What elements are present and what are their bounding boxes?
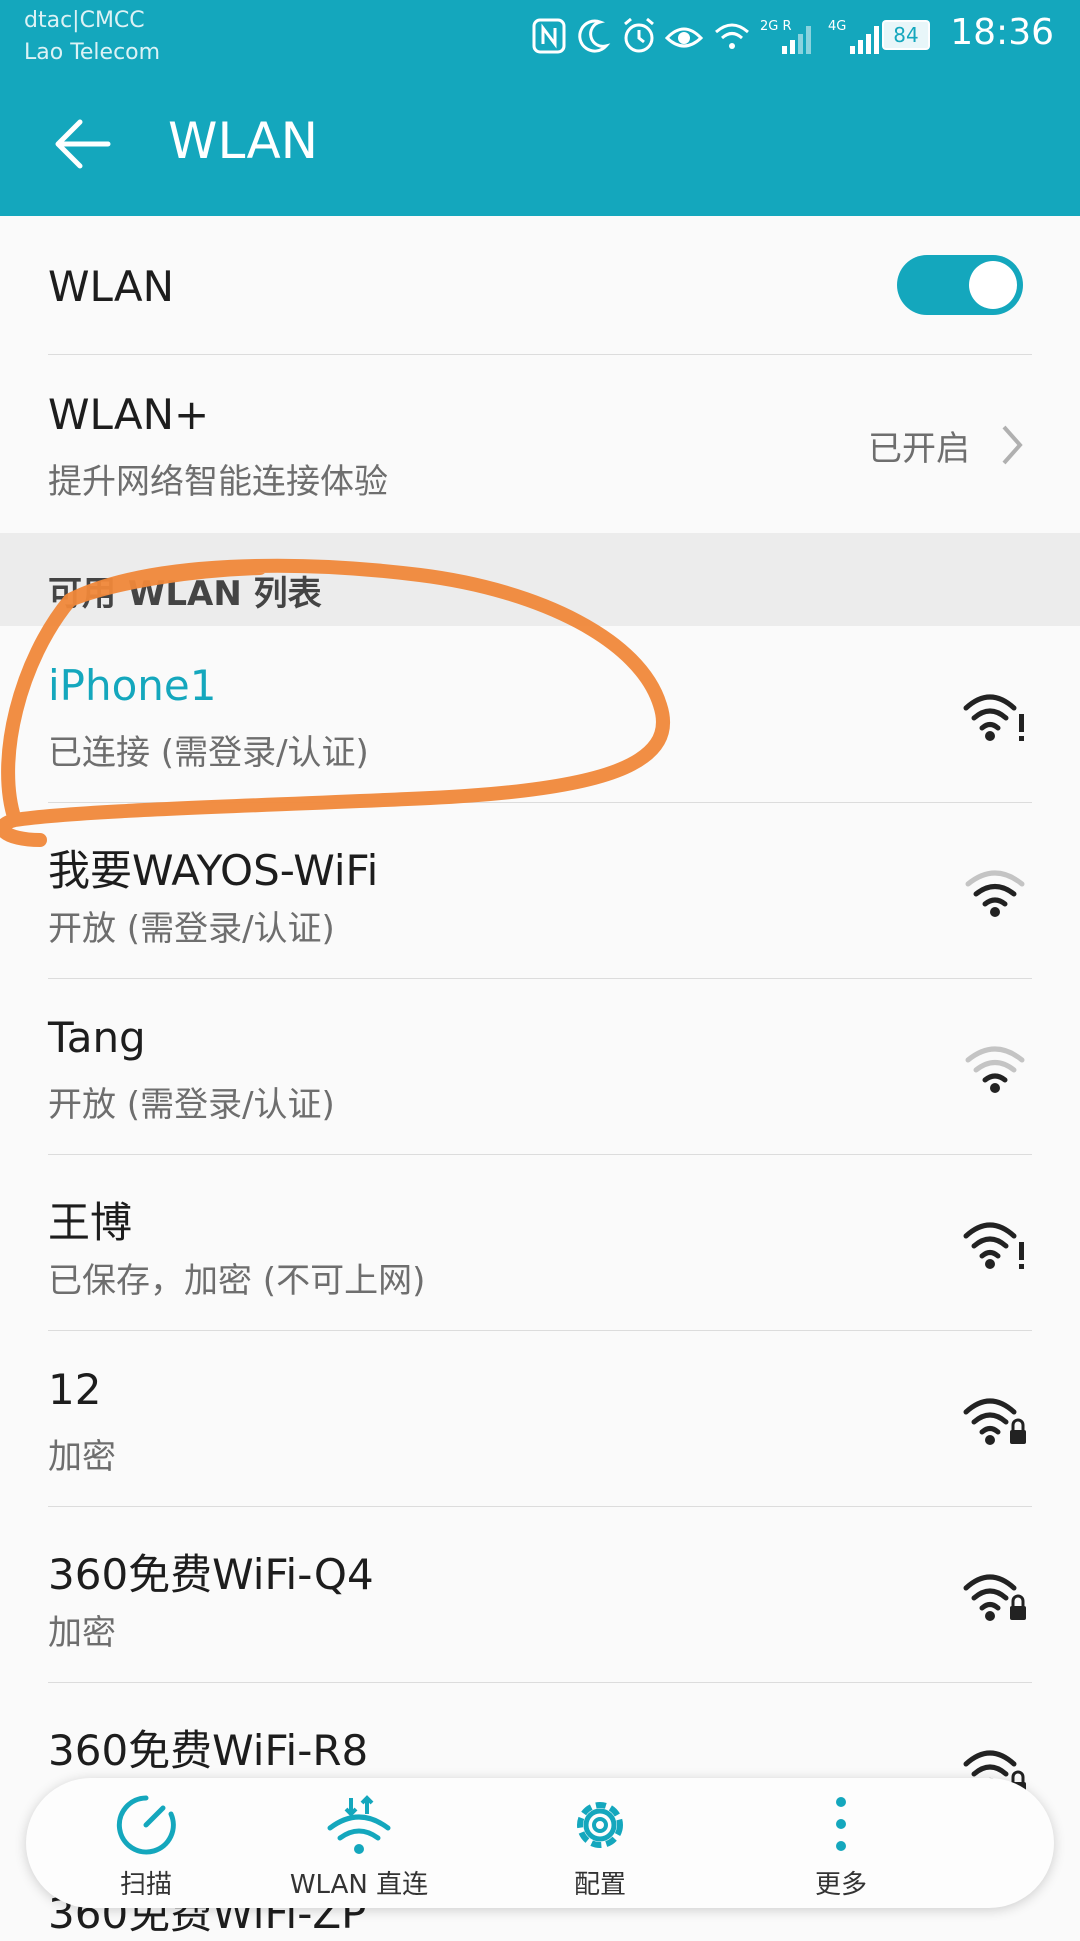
wifi-lock-icon: [963, 1398, 1026, 1445]
network-name: 我要WAYOS-WiFi: [48, 846, 379, 895]
wlan-plus-subtitle: 提升网络智能连接体验: [48, 462, 388, 502]
network-row[interactable]: 王博 已保存，加密 (不可上网): [0, 1154, 1080, 1330]
alarm-icon: [624, 17, 654, 53]
nav-wifi-direct[interactable]: WLAN 直连: [269, 1778, 449, 1908]
wifi-alert-icon: [963, 1222, 1024, 1269]
section-header: 可用 WLAN 列表: [48, 574, 322, 614]
network-status: 已保存，加密 (不可上网): [48, 1261, 426, 1301]
network-row[interactable]: 我要WAYOS-WiFi 开放 (需登录/认证): [0, 802, 1080, 978]
network-status: 加密: [48, 1613, 116, 1653]
chevron-right-icon: [1002, 425, 1023, 465]
back-arrow-icon[interactable]: [50, 112, 114, 176]
svg-text:4G: 4G: [828, 19, 846, 34]
network-name: 12: [48, 1365, 102, 1414]
network-row[interactable]: Tang 开放 (需登录/认证): [0, 978, 1080, 1154]
nav-settings-label: 配置: [573, 1870, 626, 1900]
network-name: Tang: [48, 1013, 146, 1062]
network-status: 开放 (需登录/认证): [48, 1085, 335, 1125]
nav-settings[interactable]: 配置: [510, 1778, 690, 1908]
network-row[interactable]: 12 加密: [0, 1330, 1080, 1506]
network-name: 王博: [48, 1198, 133, 1247]
toggle-knob: [969, 261, 1017, 309]
carrier-label: dtac|CMCC: [24, 8, 145, 33]
nav-scan-label: 扫描: [119, 1870, 172, 1900]
moon-icon: [578, 19, 611, 53]
more-vertical-icon: [836, 1797, 846, 1851]
nav-wifi-direct-label: WLAN 直连: [289, 1870, 429, 1900]
wifi-icon: [715, 23, 749, 49]
bottom-navigation: 扫描 WLAN 直连 配置 更多: [26, 1778, 1054, 1908]
wifi-lock-icon: [963, 1574, 1026, 1621]
signal-4g-icon: 4G: [828, 19, 879, 54]
eye-icon: [664, 27, 704, 48]
network-status: 开放 (需登录/认证): [48, 909, 335, 949]
network-name: 360免费WiFi-R8: [48, 1726, 369, 1775]
network-row[interactable]: iPhone1 已连接 (需登录/认证): [0, 626, 1080, 802]
wlan-toggle-label: WLAN: [48, 262, 175, 311]
network-status: 已连接 (需登录/认证): [48, 733, 369, 773]
network-name: 360免费WiFi-Q4: [48, 1550, 374, 1599]
status-time: 18:36: [950, 12, 1054, 53]
wifi-icon: [965, 1046, 1025, 1093]
nfc-icon: [532, 18, 566, 54]
network-name: iPhone1: [48, 661, 217, 710]
carrier-label-secondary: Lao Telecom: [24, 40, 161, 65]
wifi-alert-icon: [963, 694, 1024, 741]
battery-icon: 84: [882, 20, 930, 50]
nav-scan[interactable]: 扫描: [56, 1778, 236, 1908]
wifi-direct-icon: [327, 1795, 391, 1854]
nav-more[interactable]: 更多: [751, 1778, 931, 1908]
wlan-plus-status: 已开启: [868, 429, 970, 469]
wlan-plus-row[interactable]: WLAN+ 提升网络智能连接体验 已开启: [0, 355, 1080, 533]
scan-icon: [116, 1795, 176, 1855]
nav-more-label: 更多: [814, 1870, 867, 1900]
network-row[interactable]: 360免费WiFi-Q4 加密: [0, 1506, 1080, 1682]
svg-text:2G R: 2G R: [760, 19, 792, 34]
gear-icon: [577, 1802, 623, 1848]
wlan-toggle-switch[interactable]: [897, 255, 1023, 315]
wlan-plus-title: WLAN+: [48, 390, 210, 439]
network-status: 加密: [48, 1437, 116, 1477]
page-title: WLAN: [168, 112, 319, 170]
wifi-icon: [965, 870, 1025, 917]
signal-2g-icon: 2G R: [760, 19, 811, 54]
